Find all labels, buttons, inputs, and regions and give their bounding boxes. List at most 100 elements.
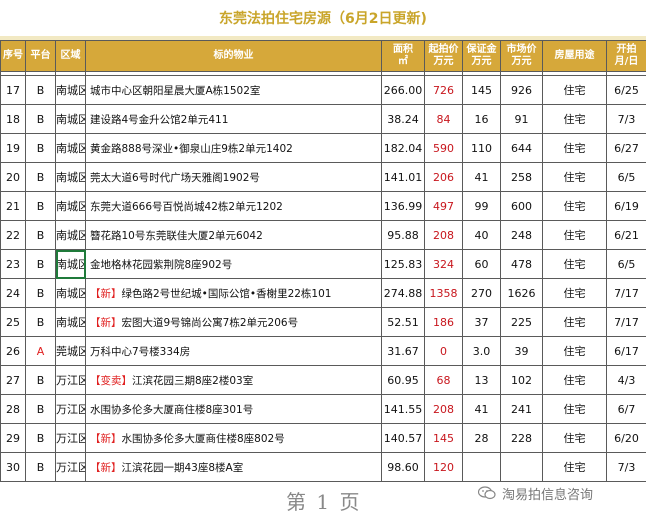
table-row[interactable]: 21B南城区东莞大道666号百悦尚城42栋2单元1202136.99497996… [0, 191, 646, 221]
cell-market-price[interactable]: 1626 [500, 278, 543, 308]
cell-deposit[interactable]: 37 [462, 307, 501, 337]
cell-market-price[interactable] [500, 452, 543, 482]
cell-district[interactable]: 南城区 [55, 307, 86, 337]
header-district[interactable]: 区域 [55, 40, 86, 72]
cell-use[interactable]: 住宅 [542, 365, 607, 395]
cell-area[interactable]: 31.67 [381, 336, 425, 366]
cell-deposit[interactable] [462, 452, 501, 482]
cell-open-date[interactable]: 7/3 [606, 104, 646, 134]
cell-no[interactable]: 27 [0, 365, 26, 395]
cell-district[interactable]: 南城区 [55, 104, 86, 134]
cell-district[interactable]: 南城区 [55, 249, 86, 279]
cell-start-price[interactable]: 590 [424, 133, 463, 163]
cell-open-date[interactable]: 6/5 [606, 162, 646, 192]
cell-no[interactable]: 19 [0, 133, 26, 163]
cell-district[interactable]: 万江区 [55, 394, 86, 424]
table-row[interactable]: 27B万江区【变卖】江滨花园三期8座2楼03室60.956813102住宅4/3 [0, 365, 646, 395]
cell-start-price[interactable]: 497 [424, 191, 463, 221]
table-row[interactable]: 19B南城区黄金路888号深业•御泉山庄9栋2单元1402 182.0459011… [0, 133, 646, 163]
cell-start-price[interactable]: 726 [424, 75, 463, 105]
cell-property[interactable]: 【新】绿色路2号世纪城•国际公馆•香榭里22栋101 [85, 278, 382, 308]
cell-platform[interactable]: B [25, 249, 56, 279]
cell-area[interactable]: 52.51 [381, 307, 425, 337]
cell-platform[interactable]: B [25, 394, 56, 424]
cell-deposit[interactable]: 13 [462, 365, 501, 395]
cell-use[interactable]: 住宅 [542, 394, 607, 424]
cell-deposit[interactable]: 145 [462, 75, 501, 105]
cell-property[interactable]: 莞太大道6号时代广场天雅阁1902号 [85, 162, 382, 192]
header-no[interactable]: 序号 [0, 40, 26, 72]
cell-start-price[interactable]: 84 [424, 104, 463, 134]
cell-market-price[interactable]: 39 [500, 336, 543, 366]
cell-no[interactable]: 29 [0, 423, 26, 453]
cell-no[interactable]: 30 [0, 452, 26, 482]
cell-no[interactable]: 28 [0, 394, 26, 424]
cell-platform[interactable]: B [25, 75, 56, 105]
cell-area[interactable]: 98.60 [381, 452, 425, 482]
header-platform[interactable]: 平台 [25, 40, 56, 72]
cell-property[interactable]: 【新】水围协多伦多大厦商住楼8座802号 [85, 423, 382, 453]
table-row[interactable]: 22B南城区簪花路10号东莞联佳大厦2单元6042 95.8820840248住宅… [0, 220, 646, 250]
table-row[interactable]: 30B万江区【新】江滨花园一期43座8楼A室98.60120住宅7/3 [0, 452, 646, 482]
cell-use[interactable]: 住宅 [542, 336, 607, 366]
cell-platform[interactable]: A [25, 336, 56, 366]
cell-market-price[interactable]: 600 [500, 191, 543, 221]
cell-open-date[interactable]: 6/5 [606, 249, 646, 279]
cell-open-date[interactable]: 6/21 [606, 220, 646, 250]
cell-deposit[interactable]: 3.0 [462, 336, 501, 366]
cell-property[interactable]: 万科中心7号楼334房 [85, 336, 382, 366]
cell-market-price[interactable]: 91 [500, 104, 543, 134]
cell-deposit[interactable]: 40 [462, 220, 501, 250]
cell-deposit[interactable]: 99 [462, 191, 501, 221]
cell-platform[interactable]: B [25, 191, 56, 221]
cell-open-date[interactable]: 6/7 [606, 394, 646, 424]
cell-start-price[interactable]: 1358 [424, 278, 463, 308]
cell-area[interactable]: 141.55 [381, 394, 425, 424]
header-start-price[interactable]: 起拍价 万元 [424, 40, 463, 72]
cell-open-date[interactable]: 6/19 [606, 191, 646, 221]
header-market-price[interactable]: 市场价 万元 [500, 40, 543, 72]
cell-area[interactable]: 141.01 [381, 162, 425, 192]
cell-open-date[interactable]: 6/20 [606, 423, 646, 453]
cell-area[interactable]: 95.88 [381, 220, 425, 250]
header-property[interactable]: 标的物业 [85, 40, 382, 72]
cell-area[interactable]: 266.00 [381, 75, 425, 105]
cell-start-price[interactable]: 0 [424, 336, 463, 366]
table-row[interactable]: 20B南城区莞太大道6号时代广场天雅阁1902号 141.0120641258住宅… [0, 162, 646, 192]
cell-district[interactable]: 南城区 [55, 191, 86, 221]
cell-area[interactable]: 136.99 [381, 191, 425, 221]
cell-deposit[interactable]: 28 [462, 423, 501, 453]
cell-deposit[interactable]: 110 [462, 133, 501, 163]
cell-market-price[interactable]: 926 [500, 75, 543, 105]
cell-platform[interactable]: B [25, 104, 56, 134]
cell-district[interactable]: 万江区 [55, 423, 86, 453]
cell-no[interactable]: 22 [0, 220, 26, 250]
cell-platform[interactable]: B [25, 278, 56, 308]
cell-no[interactable]: 23 [0, 249, 26, 279]
table-row[interactable]: 24B南城区【新】绿色路2号世纪城•国际公馆•香榭里22栋101274.8813… [0, 278, 646, 308]
cell-property[interactable]: 【变卖】江滨花园三期8座2楼03室 [85, 365, 382, 395]
cell-no[interactable]: 25 [0, 307, 26, 337]
cell-no[interactable]: 17 [0, 75, 26, 105]
cell-district[interactable]: 南城区 [55, 220, 86, 250]
cell-market-price[interactable]: 248 [500, 220, 543, 250]
cell-open-date[interactable]: 6/17 [606, 336, 646, 366]
cell-start-price[interactable]: 206 [424, 162, 463, 192]
table-row[interactable]: 29B万江区【新】水围协多伦多大厦商住楼8座802号140.5714528228… [0, 423, 646, 453]
header-use[interactable]: 房屋用途 [542, 40, 607, 72]
cell-no[interactable]: 24 [0, 278, 26, 308]
cell-deposit[interactable]: 60 [462, 249, 501, 279]
cell-use[interactable]: 住宅 [542, 75, 607, 105]
cell-deposit[interactable]: 41 [462, 162, 501, 192]
cell-district[interactable]: 南城区 [55, 162, 86, 192]
cell-platform[interactable]: B [25, 452, 56, 482]
cell-open-date[interactable]: 7/17 [606, 307, 646, 337]
cell-open-date[interactable]: 6/25 [606, 75, 646, 105]
table-row[interactable]: 26A莞城区万科中心7号楼334房 31.6703.039住宅6/17 [0, 336, 646, 366]
cell-property[interactable]: 【新】江滨花园一期43座8楼A室 [85, 452, 382, 482]
cell-property[interactable]: 城市中心区朝阳星晨大厦A栋1502室 [85, 75, 382, 105]
cell-area[interactable]: 274.88 [381, 278, 425, 308]
table-row[interactable]: 28B万江区水围协多伦多大厦商住楼8座301号 141.5520841241住宅6… [0, 394, 646, 424]
cell-use[interactable]: 住宅 [542, 278, 607, 308]
cell-market-price[interactable]: 228 [500, 423, 543, 453]
